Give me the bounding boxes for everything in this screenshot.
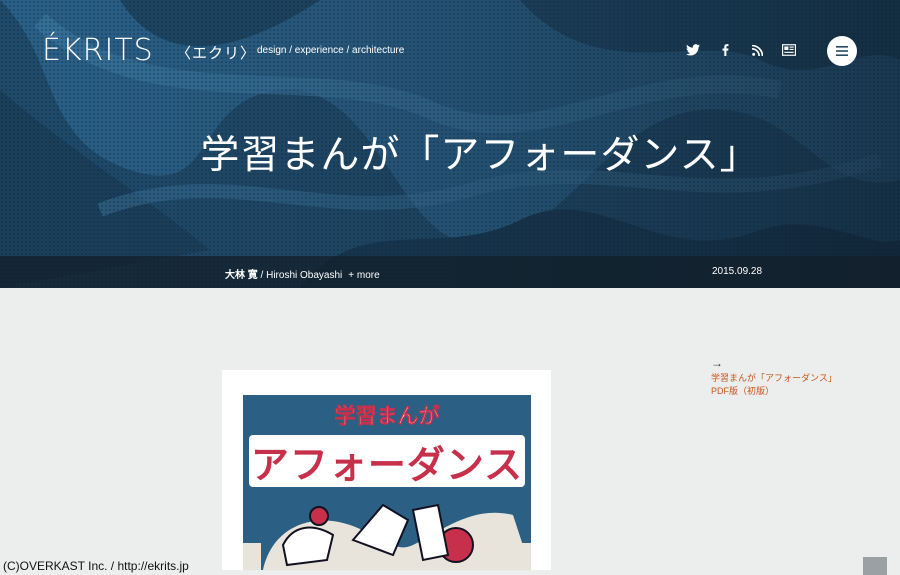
article-title: 学習まんが「アフォーダンス」 [200,133,760,178]
cover-title-main: アフォーダンス [251,443,523,487]
author[interactable]: 大林 寛 / Hiroshi Obayashi + more [225,266,380,281]
author-name-jp[interactable]: 大林 寛 [225,270,258,281]
more-authors-link[interactable]: + more [348,270,379,281]
figure-card: 学習まんが アフォーダンス [222,370,551,570]
feedly-icon[interactable] [779,40,799,60]
facebook-icon[interactable] [715,40,735,60]
pdf-download-link[interactable]: 学習まんが「アフォーダンス」 PDF版（初版） [711,372,837,398]
hero-banner: ÉKRITS 〈エクリ〉 design / experience / archi… [0,0,900,288]
hamburger-menu-icon[interactable] [827,36,857,66]
pdf-link-title[interactable]: 学習まんが「アフォーダンス」 [711,372,837,385]
footer-credit: (C)OVERKAST Inc. / http://ekrits.jp [3,559,189,573]
manga-cover-image: 学習まんが アフォーダンス [243,395,531,570]
cover-title-top: 学習まんが [335,404,440,428]
site-logo[interactable]: ÉKRITS [42,33,154,68]
site-logo-kana[interactable]: 〈エクリ〉 [176,42,256,63]
arrow-right-icon: → [711,356,723,370]
pdf-link-edition[interactable]: PDF版（初版） [711,385,837,398]
site-tagline: design / experience / architecture [257,45,405,56]
article-meta-bar: 大林 寛 / Hiroshi Obayashi + more 2015.09.28 [0,256,900,288]
scroll-top-button[interactable] [863,557,887,575]
rss-icon[interactable] [747,40,767,60]
twitter-icon[interactable] [683,40,703,60]
author-name-en[interactable]: / Hiroshi Obayashi [258,270,343,281]
publish-date: 2015.09.28 [712,266,763,277]
